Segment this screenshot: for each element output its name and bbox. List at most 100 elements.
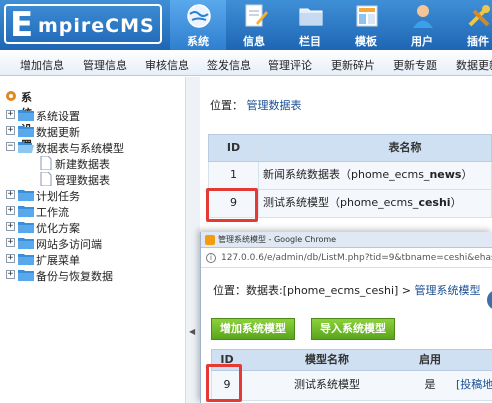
import-model-button[interactable]: 导入系统模型: [311, 318, 395, 340]
folder-icon: [18, 110, 34, 121]
window-titlebar[interactable]: 管理系统模型 - Google Chrome: [201, 232, 492, 248]
folder-icon: [18, 190, 34, 201]
tree-node-label: 系统设置: [36, 110, 80, 123]
nav-label: 信息: [243, 35, 265, 48]
submenu-item-manage-comments[interactable]: 管理评论: [268, 57, 312, 73]
nav-column[interactable]: 栏目: [282, 0, 338, 50]
nav-plugin[interactable]: 插件: [450, 0, 492, 50]
globe-icon: [187, 4, 211, 28]
column-header-id: ID: [209, 135, 259, 161]
add-model-button[interactable]: 增加系统模型: [211, 318, 295, 340]
expand-icon[interactable]: +: [6, 126, 15, 135]
submenu-item-update-fragments[interactable]: 更新碎片: [331, 57, 375, 73]
popup-breadcrumb-link[interactable]: 管理系统模型: [415, 284, 481, 297]
folder-open-icon: [18, 142, 34, 153]
logo-initial: E: [10, 5, 34, 45]
column-header-enabled: 启用: [419, 353, 441, 366]
row-name-suffix: ）: [461, 168, 473, 181]
table-header: ID 表名称: [208, 134, 492, 162]
column-header-name: 表名称: [388, 141, 422, 154]
expand-icon[interactable]: +: [6, 110, 15, 119]
address-bar[interactable]: i 127.0.0.6/e/admin/db/ListM.php?tid=9&t…: [201, 248, 492, 268]
round-icon: [487, 290, 492, 310]
folder-icon: [18, 206, 34, 217]
popup-breadcrumb-text: 位置：数据表:[phome_ecms_ceshi] >: [213, 284, 415, 297]
table-row[interactable]: 1 新闻系统数据表（phome_ecms_news）: [208, 162, 492, 190]
row-name[interactable]: 测试系统模型（phome_ecms_ceshi）: [259, 190, 491, 217]
tree-node-label: 计划任务: [36, 190, 80, 203]
folder-icon: [18, 254, 34, 265]
nav-template[interactable]: 模板: [338, 0, 394, 50]
row-enabled: 是: [424, 378, 436, 391]
row-name-prefix: 新闻系统数据表（phome_ecms_: [263, 168, 430, 181]
chrome-popup-window: 管理系统模型 - Google Chrome i 127.0.0.6/e/adm…: [200, 232, 492, 403]
breadcrumb-label: 位置：: [210, 99, 243, 112]
nav-info[interactable]: 信息: [226, 0, 282, 50]
submenu-item-add-info[interactable]: 增加信息: [20, 57, 64, 73]
highlight-box-main-id: [206, 188, 258, 222]
expand-icon[interactable]: +: [6, 270, 15, 279]
sidebar-tree: 系统设置 + 系统设置 + 数据更新 − 数据表与系统模型 新建数据表 管理数据…: [0, 77, 186, 403]
folder-icon: [18, 222, 34, 233]
url-text[interactable]: 127.0.0.6/e/admin/db/ListM.php?tid=9&tbn…: [221, 253, 492, 263]
nav-label: 模板: [355, 35, 377, 48]
column-header-model-name: 模型名称: [305, 353, 349, 366]
document-icon: [40, 172, 52, 186]
empirecms-logo[interactable]: E mpireCMS: [4, 4, 162, 45]
popup-breadcrumb: 位置：数据表:[phome_ecms_ceshi] > 管理系统模型: [213, 282, 481, 298]
tree-node-label: 工作流: [36, 206, 69, 219]
highlight-box-popup-id: [206, 364, 242, 402]
submenu-item-data-update[interactable]: 数据更新: [456, 57, 492, 73]
nav-label: 栏目: [299, 35, 321, 48]
gear-icon: [6, 91, 16, 101]
sidebar-splitter[interactable]: ◀: [186, 77, 200, 403]
window-title: 管理系统模型 - Google Chrome: [218, 235, 337, 244]
tree-node-label: 数据更新: [36, 126, 80, 139]
nav-label: 插件: [467, 35, 489, 48]
logo-text: mpireCMS: [38, 15, 155, 37]
nav-system[interactable]: 系统: [170, 0, 226, 50]
collapse-arrow-icon[interactable]: ◀: [189, 327, 195, 336]
submenu-item-issue-info[interactable]: 签发信息: [207, 57, 251, 73]
submenu-item-review-info[interactable]: 审核信息: [145, 57, 189, 73]
expand-icon[interactable]: +: [6, 254, 15, 263]
tree-node-label: 数据表与系统模型: [36, 142, 124, 155]
row-action-link[interactable]: [投稿地: [456, 371, 492, 400]
tree-node-label: 扩展菜单: [36, 254, 80, 267]
breadcrumb: 位置： 管理数据表: [210, 97, 302, 113]
document-edit-icon: [245, 4, 268, 27]
tree-node-label: 优化方案: [36, 222, 80, 235]
row-name-suffix: ）: [450, 196, 462, 209]
breadcrumb-link[interactable]: 管理数据表: [247, 99, 302, 112]
row-name[interactable]: 新闻系统数据表（phome_ecms_news）: [259, 162, 491, 189]
tree-leaf-label: 新建数据表: [55, 158, 110, 171]
folder-icon: [18, 126, 34, 137]
top-header: E mpireCMS 系统 信息 栏目 模板 用户 插件: [0, 0, 492, 50]
model-table: ID 模型名称 启用 9 测试系统模型 是 [投稿地: [211, 349, 492, 401]
table-header: ID 模型名称 启用: [211, 349, 492, 371]
folder-icon: [18, 270, 34, 281]
row-name-prefix: 测试系统模型（phome_ecms_: [263, 196, 419, 209]
template-icon: [356, 5, 378, 27]
favicon-icon: [205, 235, 215, 245]
submenu-item-manage-info[interactable]: 管理信息: [83, 57, 127, 73]
info-icon[interactable]: i: [206, 253, 216, 263]
expand-icon[interactable]: +: [6, 222, 15, 231]
expand-icon[interactable]: +: [6, 190, 15, 199]
row-name-table: news: [429, 168, 462, 181]
expand-icon[interactable]: +: [6, 238, 15, 247]
sub-menu: 增加信息 管理信息 审核信息 签发信息 管理评论 更新碎片 更新专题 数据更新: [0, 50, 492, 76]
folder-icon: [18, 238, 34, 249]
document-icon: [40, 156, 52, 170]
nav-user[interactable]: 用户: [394, 0, 450, 50]
expand-icon[interactable]: +: [6, 206, 15, 215]
table-row[interactable]: 9 测试系统模型 是 [投稿地: [211, 371, 492, 401]
tree-node-label: 网站多访问端: [36, 238, 102, 251]
nav-label: 用户: [411, 35, 433, 48]
folder-icon: [299, 8, 323, 26]
collapse-icon[interactable]: −: [6, 142, 15, 151]
user-icon: [413, 5, 433, 28]
row-name-table: ceshi: [418, 196, 451, 209]
submenu-item-update-topics[interactable]: 更新专题: [393, 57, 437, 73]
tree-node-label: 备份与恢复数据: [36, 270, 113, 283]
